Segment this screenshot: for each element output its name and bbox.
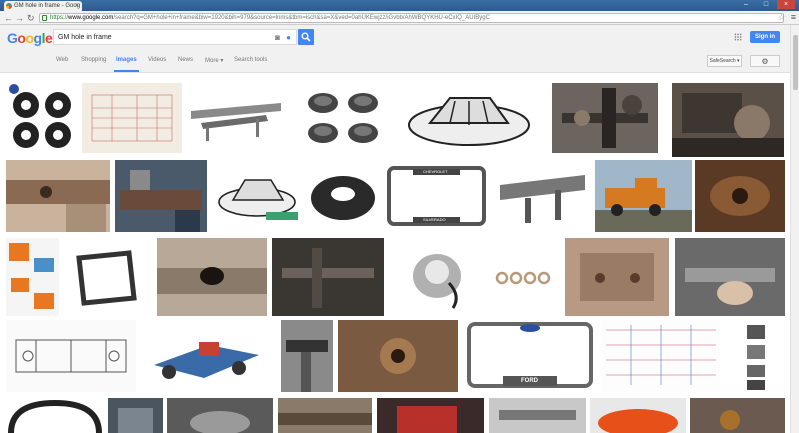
plate-text-top: CHEVROLET — [423, 169, 448, 174]
result-image-rust-patch[interactable] — [690, 398, 785, 433]
result-image-orange-pickup[interactable] — [595, 160, 692, 232]
logo-letter: g — [33, 30, 43, 46]
result-image-mount-drawing-green[interactable] — [211, 160, 303, 232]
google-favicon-icon — [6, 3, 12, 9]
result-image-washers-row[interactable] — [488, 238, 560, 316]
tab-web[interactable]: Web — [56, 57, 68, 63]
tab-search-tools[interactable]: Search tools — [234, 57, 267, 63]
result-image-rusty-hole[interactable] — [338, 320, 458, 392]
result-image-red-engine[interactable] — [377, 398, 484, 433]
chrome-menu-icon[interactable]: ≡ — [791, 12, 796, 22]
scrollbar-thumb[interactable] — [793, 35, 798, 90]
result-image-frame-hole[interactable] — [157, 238, 267, 316]
result-image-frame-rail[interactable] — [186, 83, 286, 153]
search-icon — [301, 32, 311, 42]
result-image-rubber-seal[interactable] — [6, 398, 104, 433]
tab-news[interactable]: News — [178, 57, 193, 63]
search-query: GM hole in frame — [58, 34, 112, 41]
page-scrollbar[interactable] — [790, 25, 799, 433]
back-arrow-icon[interactable]: ← — [4, 12, 13, 24]
url-domain: www.google.com — [68, 15, 114, 21]
result-image-orange-diagram[interactable] — [6, 238, 59, 316]
result-image-chassis-illustration[interactable] — [139, 320, 274, 392]
result-image-suspension-underside[interactable] — [552, 83, 658, 153]
url-scheme: https:// — [50, 15, 69, 21]
result-image-chrome-engine[interactable] — [167, 398, 273, 433]
logo-letter: G — [7, 30, 18, 46]
result-image-frame-blueprint[interactable] — [82, 83, 182, 153]
microphone-icon[interactable]: ● — [286, 30, 291, 45]
reload-icon[interactable]: ↻ — [27, 12, 35, 24]
url-path: /search?q=GM+hole+in+frame&biw=1920&bih=… — [113, 15, 490, 21]
apps-grid-icon[interactable] — [734, 33, 742, 41]
result-image-floor-pan[interactable] — [565, 238, 669, 316]
result-image-rusty-frame-rail[interactable] — [6, 160, 110, 232]
plate-text-bottom-ford: FORD — [521, 378, 538, 384]
result-image-engine-bay[interactable] — [672, 83, 784, 157]
tab-shopping[interactable]: Shopping — [81, 57, 106, 63]
plate-text-bottom: SILVERADO — [423, 217, 446, 222]
result-image-rubber-washer[interactable] — [306, 160, 380, 232]
result-image-thumbnail-stack[interactable] — [727, 320, 785, 392]
window-controls: – □ × — [737, 0, 795, 9]
result-image-hand-frame[interactable] — [675, 238, 785, 316]
result-image-frame-rust[interactable] — [278, 398, 372, 433]
result-image-chrome-trim[interactable] — [64, 238, 152, 316]
result-image-bw-underside[interactable] — [281, 320, 333, 392]
result-image-underbody[interactable] — [272, 238, 384, 316]
google-header: Google GM hole in frame ◙ ● Sign in — [0, 25, 790, 49]
tab-title: GM hole in frame - Goog — [14, 3, 81, 9]
close-window-icon[interactable]: × — [777, 0, 795, 9]
result-image-frame-bracket[interactable] — [495, 160, 591, 232]
result-image-frame-drawing[interactable] — [6, 320, 136, 392]
result-image-rubber-mount-drawing[interactable] — [400, 83, 538, 153]
result-image-frame-plugs[interactable] — [290, 83, 396, 153]
bookmark-star-icon[interactable]: ☆ — [778, 13, 785, 22]
settings-gear-icon[interactable]: ⚙ — [750, 55, 780, 67]
result-image-chrome-cup[interactable] — [389, 238, 483, 316]
result-image-wiring-diagram[interactable] — [601, 320, 721, 392]
close-tab-icon[interactable]: × — [75, 1, 79, 11]
result-image-orange-car[interactable] — [590, 398, 686, 433]
google-logo[interactable]: Google — [7, 30, 53, 46]
logo-letter: o — [25, 30, 34, 46]
result-image-chassis-shop[interactable] — [115, 160, 207, 232]
sign-in-button[interactable]: Sign in — [750, 31, 780, 43]
logo-letter: e — [44, 30, 53, 46]
forward-arrow-icon[interactable]: → — [15, 12, 24, 24]
tab-more[interactable]: More ▾ — [205, 57, 223, 64]
address-bar[interactable]: https://www.google.com/search?q=GM+hole+… — [39, 13, 784, 23]
tab-videos[interactable]: Videos — [148, 57, 166, 63]
search-input[interactable]: GM hole in frame ◙ ● — [53, 29, 297, 45]
minimize-icon[interactable]: – — [737, 0, 755, 9]
result-image-silver-frame[interactable] — [489, 398, 586, 433]
tab-images[interactable]: Images — [114, 57, 139, 72]
image-results-grid: CHEVROLET SILVERADO FORD — [0, 73, 790, 433]
browser-toolbar: ← → ↻ https://www.google.com/search?q=GM… — [0, 11, 799, 25]
safesearch-dropdown[interactable]: SafeSearch ▾ — [707, 55, 742, 67]
browser-tab[interactable]: GM hole in frame - Goog × — [4, 1, 82, 11]
result-image-ford-plate-frame[interactable]: FORD — [463, 320, 597, 392]
search-button[interactable] — [298, 29, 314, 45]
browser-tab-strip: GM hole in frame - Goog × – □ × — [0, 0, 799, 11]
result-image-rusty-closeup[interactable] — [695, 160, 785, 232]
camera-icon[interactable]: ◙ — [275, 30, 280, 45]
lock-icon — [42, 15, 47, 21]
result-image-rubber-grommets[interactable] — [6, 83, 78, 153]
result-image-chevrolet-plate-frame[interactable]: CHEVROLET SILVERADO — [383, 160, 490, 232]
result-image-engine-part[interactable] — [108, 398, 163, 433]
maximize-icon[interactable]: □ — [757, 0, 775, 9]
search-tabs-row: Web Shopping Images Videos News More ▾ S… — [0, 49, 790, 73]
